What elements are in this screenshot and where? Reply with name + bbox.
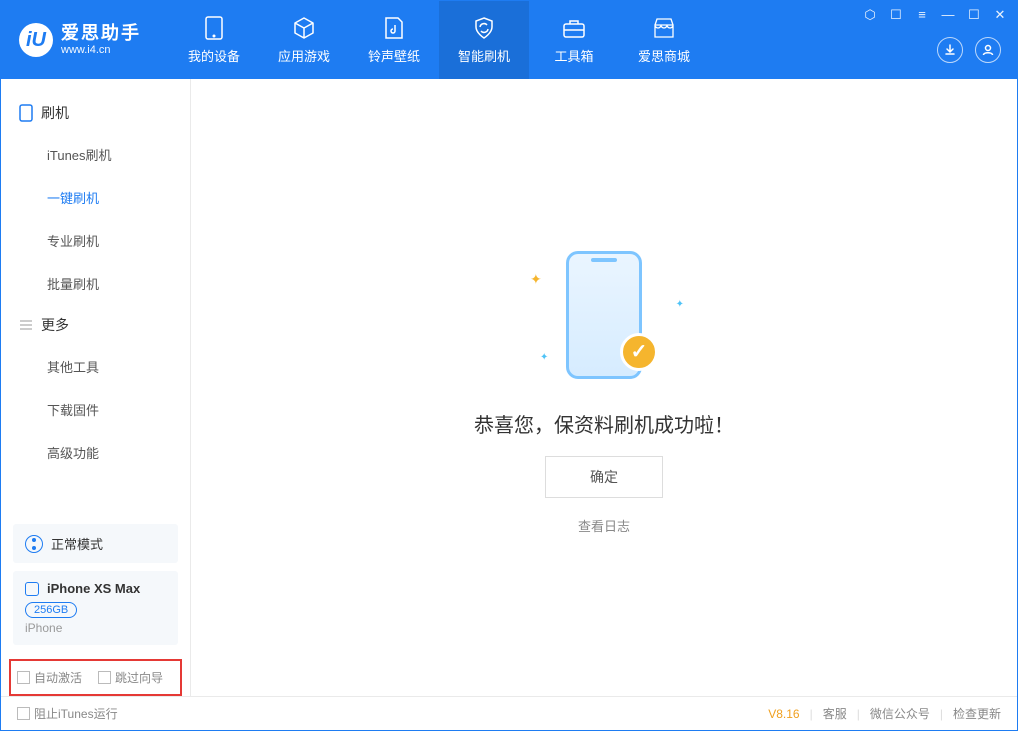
music-file-icon [382,16,406,40]
success-message: 恭喜您，保资料刷机成功啦！ [474,409,734,438]
tab-label: 爱思商城 [638,46,690,65]
view-log-link[interactable]: 查看日志 [578,516,630,535]
store-icon [652,16,676,40]
tab-label: 智能刷机 [458,46,510,65]
checkbox-skip-guide[interactable]: 跳过向导 [98,669,163,686]
app-logo: iU 爱思助手 www.i4.cn [1,1,159,79]
app-title: 爱思助手 [61,24,141,44]
sidebar-item-download-firmware[interactable]: 下载固件 [1,388,190,431]
maximize-button[interactable]: ☐ [967,7,981,23]
cube-icon [292,16,316,40]
toolbox-icon [562,16,586,40]
confirm-button[interactable]: 确定 [545,456,663,498]
sparkle-icon: ✦ [540,352,548,363]
phone-outline-icon [25,582,39,596]
tab-label: 我的设备 [188,46,240,65]
check-badge-icon: ✓ [620,333,658,371]
wechat-link[interactable]: 微信公众号 [870,705,930,722]
mode-label: 正常模式 [51,534,103,553]
sparkle-icon: ✦ [530,271,542,288]
app-header: iU 爱思助手 www.i4.cn 我的设备 应用游戏 铃声壁纸 智能刷机 工具… [1,1,1017,79]
tab-store[interactable]: 爱思商城 [619,1,709,79]
header-tabs: 我的设备 应用游戏 铃声壁纸 智能刷机 工具箱 爱思商城 [169,1,709,79]
sidebar-section-flash: 刷机 [1,93,190,133]
window-controls: ⬡ ☐ ≡ — ☐ ✕ [863,1,1017,79]
tab-ringtone[interactable]: 铃声壁纸 [349,1,439,79]
menu-icon[interactable]: ≡ [915,7,929,23]
logo-icon: iU [19,23,53,57]
tab-label: 应用游戏 [278,46,330,65]
status-bar: 阻止iTunes运行 V8.16 | 客服 | 微信公众号 | 检查更新 [1,696,1017,730]
version-label: V8.16 [768,707,799,721]
mode-icon [25,535,43,553]
support-link[interactable]: 客服 [823,705,847,722]
list-icon [19,318,33,332]
sidebar-item-oneclick-flash[interactable]: 一键刷机 [1,176,190,219]
sidebar-item-pro-flash[interactable]: 专业刷机 [1,219,190,262]
tab-label: 铃声壁纸 [368,46,420,65]
shirt-icon[interactable]: ⬡ [863,7,877,23]
check-update-link[interactable]: 检查更新 [953,705,1001,722]
phone-icon [202,16,226,40]
device-storage: 256GB [25,602,77,618]
user-button[interactable] [975,37,1001,63]
device-type: iPhone [25,621,166,635]
sparkle-icon: ✦ [676,299,684,310]
close-button[interactable]: ✕ [993,7,1007,23]
feedback-icon[interactable]: ☐ [889,7,903,23]
device-icon [19,104,33,122]
tab-apps[interactable]: 应用游戏 [259,1,349,79]
checkbox-auto-activate[interactable]: 自动激活 [17,669,82,686]
tab-label: 工具箱 [554,46,593,65]
device-mode-box[interactable]: 正常模式 [13,524,178,563]
tab-toolbox[interactable]: 工具箱 [529,1,619,79]
tab-smart-flash[interactable]: 智能刷机 [439,1,529,79]
sidebar: 刷机 iTunes刷机 一键刷机 专业刷机 批量刷机 更多 其他工具 下载固件 … [1,79,191,696]
device-info-box[interactable]: iPhone XS Max 256GB iPhone [13,571,178,645]
sidebar-item-batch-flash[interactable]: 批量刷机 [1,262,190,305]
sidebar-section-more: 更多 [1,305,190,345]
tab-my-device[interactable]: 我的设备 [169,1,259,79]
refresh-shield-icon [472,16,496,40]
download-button[interactable] [937,37,963,63]
main-content: ✦ ✦ ✦ ✓ 恭喜您，保资料刷机成功啦！ 确定 查看日志 [191,79,1017,696]
app-subtitle: www.i4.cn [61,44,141,56]
sidebar-item-itunes-flash[interactable]: iTunes刷机 [1,133,190,176]
sidebar-item-advanced[interactable]: 高级功能 [1,431,190,474]
device-name: iPhone XS Max [47,581,140,596]
minimize-button[interactable]: — [941,7,955,23]
sidebar-item-other-tools[interactable]: 其他工具 [1,345,190,388]
highlighted-options-box: 自动激活 跳过向导 [9,659,182,696]
success-illustration: ✦ ✦ ✦ ✓ [524,241,684,391]
checkbox-block-itunes[interactable]: 阻止iTunes运行 [17,705,118,722]
